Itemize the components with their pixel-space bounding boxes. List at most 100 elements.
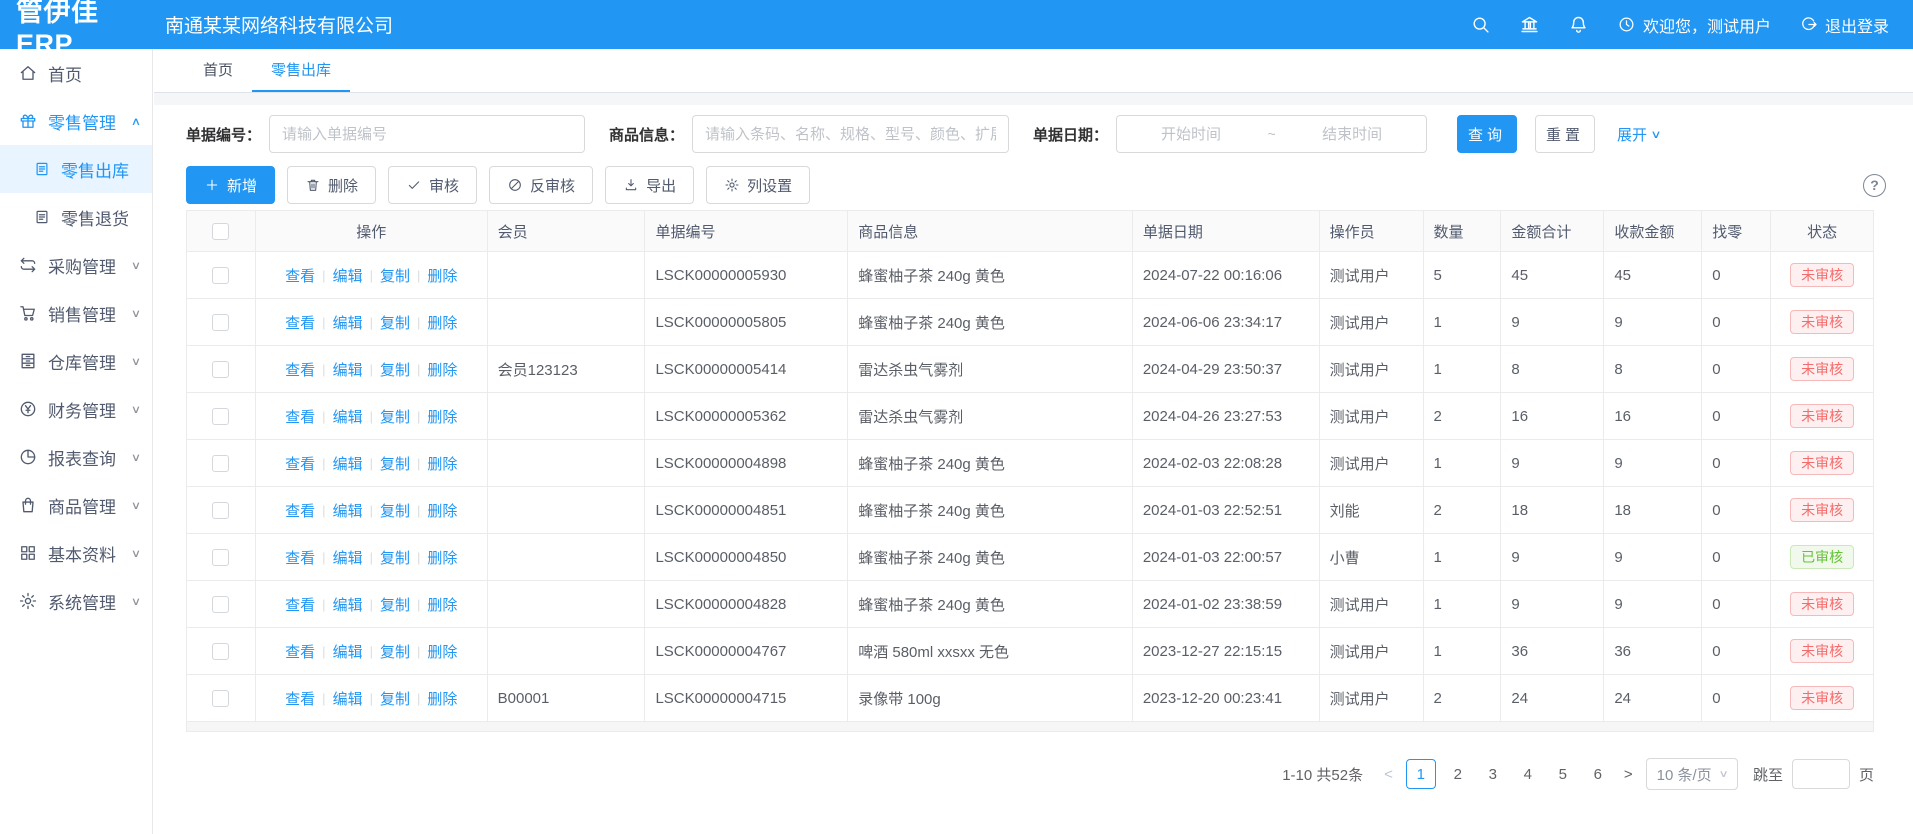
row-action-delete[interactable]: 删除 — [427, 688, 457, 709]
pagination-page[interactable]: 2 — [1445, 759, 1471, 789]
row-action-view[interactable]: 查看 — [285, 453, 315, 474]
row-action-copy[interactable]: 复制 — [380, 265, 410, 286]
sidebar-item-purchase-manage[interactable]: 采购管理∨ — [0, 241, 152, 289]
tab-retail-outbound[interactable]: 零售出库 — [252, 49, 350, 92]
export-button[interactable]: 导出 — [605, 166, 694, 204]
row-action-edit[interactable]: 编辑 — [333, 265, 363, 286]
cell-quantity: 1 — [1424, 534, 1502, 580]
reset-button[interactable]: 重置 — [1535, 115, 1595, 153]
chevron-down-icon: ∨ — [1650, 128, 1661, 141]
page-size-select[interactable]: 10 条/页∨ — [1646, 758, 1738, 790]
row-action-edit[interactable]: 编辑 — [333, 406, 363, 427]
row-action-edit[interactable]: 编辑 — [333, 688, 363, 709]
row-action-view[interactable]: 查看 — [285, 406, 315, 427]
jump-page-input[interactable] — [1792, 759, 1850, 789]
bell-icon[interactable] — [1568, 14, 1589, 35]
row-action-view[interactable]: 查看 — [285, 641, 315, 662]
row-action-edit[interactable]: 编辑 — [333, 359, 363, 380]
row-action-copy[interactable]: 复制 — [380, 406, 410, 427]
search-button[interactable]: 查询 — [1457, 115, 1517, 153]
row-action-copy[interactable]: 复制 — [380, 359, 410, 380]
sidebar-item-warehouse-manage[interactable]: 仓库管理∨ — [0, 337, 152, 385]
sidebar-item-label: 基本资料 — [48, 541, 116, 566]
row-action-edit[interactable]: 编辑 — [333, 594, 363, 615]
pagination-next[interactable]: > — [1620, 766, 1637, 783]
welcome-user[interactable]: 欢迎您，测试用户 — [1617, 13, 1771, 37]
row-action-delete[interactable]: 删除 — [427, 359, 457, 380]
row-action-delete[interactable]: 删除 — [427, 312, 457, 333]
unaudit-button[interactable]: 反审核 — [489, 166, 593, 204]
row-action-copy[interactable]: 复制 — [380, 547, 410, 568]
help-icon[interactable]: ? — [1863, 174, 1886, 197]
pagination-page[interactable]: 1 — [1406, 759, 1436, 789]
row-checkbox[interactable] — [212, 549, 229, 566]
row-action-edit[interactable]: 编辑 — [333, 547, 363, 568]
row-action-edit[interactable]: 编辑 — [333, 641, 363, 662]
select-all-checkbox[interactable] — [212, 223, 229, 240]
sidebar-item-sales-manage[interactable]: 销售管理∨ — [0, 289, 152, 337]
bill-no-input[interactable] — [269, 115, 585, 153]
sidebar-item-retail-return[interactable]: 零售退货 — [0, 193, 152, 241]
row-action-view[interactable]: 查看 — [285, 500, 315, 521]
sidebar-item-retail-outbound[interactable]: 零售出库 — [0, 145, 152, 193]
row-action-delete[interactable]: 删除 — [427, 265, 457, 286]
row-checkbox[interactable] — [212, 361, 229, 378]
row-checkbox[interactable] — [212, 596, 229, 613]
delete-button[interactable]: 删除 — [287, 166, 376, 204]
row-action-delete[interactable]: 删除 — [427, 594, 457, 615]
row-checkbox[interactable] — [212, 314, 229, 331]
row-action-delete[interactable]: 删除 — [427, 641, 457, 662]
pagination-page[interactable]: 6 — [1585, 759, 1611, 789]
row-action-delete[interactable]: 删除 — [427, 453, 457, 474]
add-button[interactable]: 新增 — [186, 166, 275, 204]
bank-icon[interactable] — [1519, 14, 1540, 35]
row-action-copy[interactable]: 复制 — [380, 688, 410, 709]
row-checkbox[interactable] — [212, 690, 229, 707]
date-start-input[interactable] — [1125, 126, 1257, 143]
row-checkbox[interactable] — [212, 408, 229, 425]
sidebar-item-system-manage[interactable]: 系统管理∨ — [0, 577, 152, 625]
row-checkbox[interactable] — [212, 455, 229, 472]
cell-received-amount: 9 — [1604, 534, 1702, 580]
row-action-view[interactable]: 查看 — [285, 594, 315, 615]
tab-home[interactable]: 首页 — [184, 49, 252, 92]
row-action-view[interactable]: 查看 — [285, 547, 315, 568]
audit-button[interactable]: 审核 — [388, 166, 477, 204]
row-action-copy[interactable]: 复制 — [380, 500, 410, 521]
search-icon[interactable] — [1470, 14, 1491, 35]
pagination-page[interactable]: 4 — [1515, 759, 1541, 789]
expand-link[interactable]: 展开 ∨ — [1617, 124, 1660, 145]
row-action-copy[interactable]: 复制 — [380, 641, 410, 662]
pagination-page[interactable]: 5 — [1550, 759, 1576, 789]
date-end-input[interactable] — [1286, 126, 1418, 143]
row-action-copy[interactable]: 复制 — [380, 594, 410, 615]
sidebar-item-report-query[interactable]: 报表查询∨ — [0, 433, 152, 481]
product-info-input[interactable] — [692, 115, 1009, 153]
sidebar-item-basic-data[interactable]: 基本资料∨ — [0, 529, 152, 577]
row-action-delete[interactable]: 删除 — [427, 547, 457, 568]
row-action-delete[interactable]: 删除 — [427, 500, 457, 521]
date-range-picker[interactable]: ~ — [1116, 115, 1427, 153]
row-action-edit[interactable]: 编辑 — [333, 453, 363, 474]
row-action-view[interactable]: 查看 — [285, 312, 315, 333]
row-action-view[interactable]: 查看 — [285, 265, 315, 286]
sidebar-item-retail-manage[interactable]: 零售管理∧ — [0, 97, 152, 145]
row-action-edit[interactable]: 编辑 — [333, 500, 363, 521]
column-settings-button[interactable]: 列设置 — [706, 166, 810, 204]
row-action-view[interactable]: 查看 — [285, 359, 315, 380]
horizontal-scrollbar[interactable] — [186, 722, 1874, 732]
sidebar-item-goods-manage[interactable]: 商品管理∨ — [0, 481, 152, 529]
row-action-copy[interactable]: 复制 — [380, 453, 410, 474]
sidebar-item-finance-manage[interactable]: 财务管理∨ — [0, 385, 152, 433]
pagination-page[interactable]: 3 — [1480, 759, 1506, 789]
row-checkbox[interactable] — [212, 643, 229, 660]
row-checkbox[interactable] — [212, 502, 229, 519]
pagination-prev[interactable]: < — [1380, 766, 1397, 783]
logout-button[interactable]: 退出登录 — [1799, 13, 1889, 37]
row-checkbox[interactable] — [212, 267, 229, 284]
column-header: 商品信息 — [848, 211, 1133, 251]
row-action-view[interactable]: 查看 — [285, 688, 315, 709]
row-action-delete[interactable]: 删除 — [427, 406, 457, 427]
row-action-copy[interactable]: 复制 — [380, 312, 410, 333]
row-action-edit[interactable]: 编辑 — [333, 312, 363, 333]
